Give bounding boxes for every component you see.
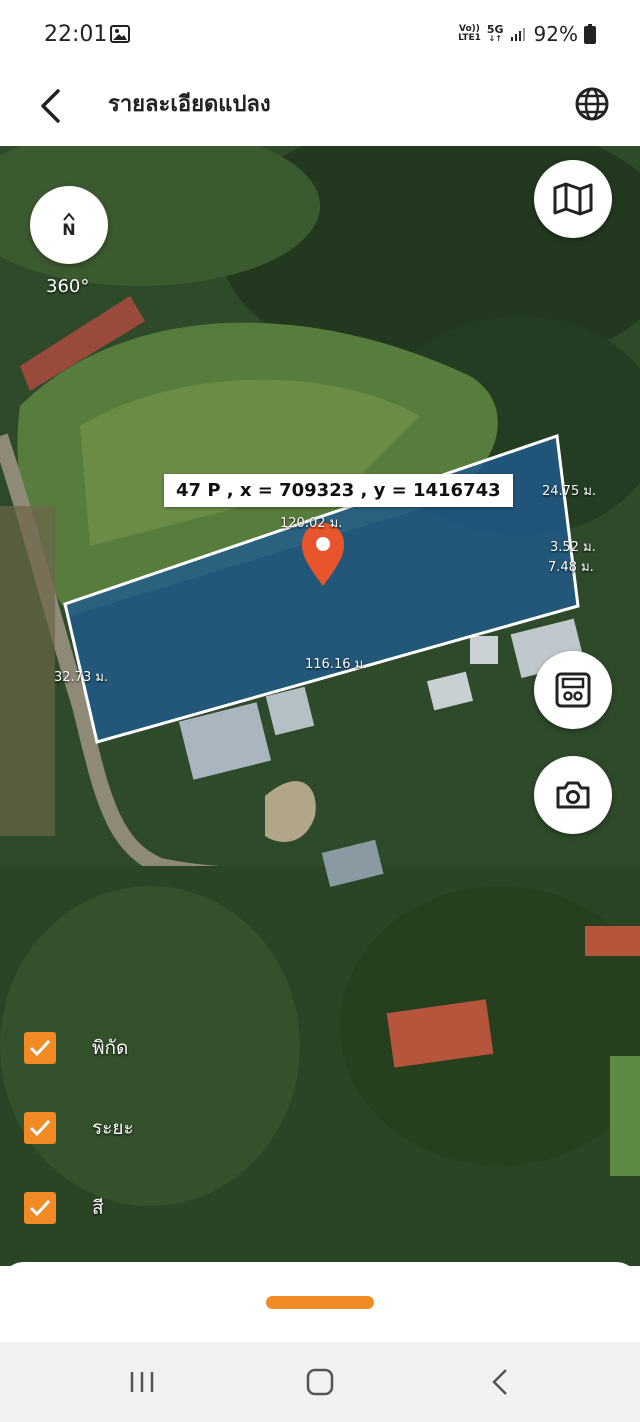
battery-icon: [584, 24, 596, 44]
distance-left: 32.73 ม.: [54, 670, 109, 685]
status-right: Vo)) LTE1 5G ↓↑ 92%: [458, 22, 596, 46]
compass-degrees: 360°: [46, 276, 90, 297]
camera-icon: [556, 781, 590, 809]
data-arrows-icon: ↓↑: [488, 34, 502, 43]
toggle-color[interactable]: สี: [24, 1192, 104, 1224]
map-icon: [553, 182, 593, 216]
home-button[interactable]: [296, 1362, 344, 1402]
save-button[interactable]: [534, 651, 612, 729]
checkbox[interactable]: [24, 1112, 56, 1144]
app-header: รายละเอียดแปลง: [0, 70, 640, 146]
recents-icon: [130, 1372, 154, 1392]
distance-bottom: 116.16 ม.: [305, 657, 368, 672]
distance-top: 120.02 ม.: [280, 516, 343, 531]
checkbox[interactable]: [24, 1032, 56, 1064]
toggle-label: สี: [92, 1197, 104, 1219]
signal-icon: [510, 28, 525, 41]
toggle-label: ระยะ: [92, 1117, 134, 1139]
toggle-distance[interactable]: ระยะ: [24, 1112, 134, 1144]
map-layer-button[interactable]: [534, 160, 612, 238]
back-button[interactable]: [26, 82, 74, 130]
coordinate-label: 47 P , x = 709323 , y = 1416743: [164, 474, 513, 507]
checkmark-icon: [29, 1199, 51, 1217]
fiveg-indicator: 5G ↓↑: [486, 23, 504, 43]
compass-button[interactable]: N: [30, 186, 108, 264]
chevron-left-icon: [41, 89, 60, 123]
toggle-label: พิกัด: [92, 1037, 129, 1059]
recents-button[interactable]: [118, 1362, 166, 1402]
fiveg-label: 5G: [486, 23, 504, 36]
back-nav-button[interactable]: [476, 1362, 524, 1402]
lte-label: LTE1: [458, 33, 481, 43]
compass-letter: N: [62, 219, 76, 239]
home-icon: [306, 1368, 334, 1396]
camera-button[interactable]: [534, 756, 612, 834]
status-time: 22:01: [44, 22, 108, 47]
status-bar: 22:01 Vo)) LTE1 5G ↓↑ 92%: [0, 0, 640, 70]
sheet-drag-handle[interactable]: [266, 1296, 374, 1309]
bottom-sheet[interactable]: [0, 1262, 640, 1342]
volte-indicator: Vo)) LTE1: [458, 25, 481, 43]
distance-top-right: 24.75 ม.: [542, 484, 597, 499]
checkmark-icon: [29, 1039, 51, 1057]
checkmark-icon: [29, 1119, 51, 1137]
distance-right-a: 3.52 ม.: [550, 540, 596, 555]
globe-icon: [575, 87, 609, 121]
battery-percent: 92%: [533, 22, 578, 46]
page-title: รายละเอียดแปลง: [108, 92, 271, 117]
system-nav-bar: [0, 1342, 640, 1422]
satellite-map[interactable]: N 360° 47 P , x = 709323 , y = 1416743 1…: [0, 146, 640, 1266]
checkbox[interactable]: [24, 1192, 56, 1224]
back-arrow-icon: [492, 1369, 507, 1395]
image-notification-icon: [110, 25, 130, 43]
distance-right-b: 7.48 ม.: [548, 560, 594, 575]
toggle-coordinates[interactable]: พิกัด: [24, 1032, 128, 1064]
save-icon: [555, 672, 591, 708]
language-button[interactable]: [568, 80, 616, 128]
